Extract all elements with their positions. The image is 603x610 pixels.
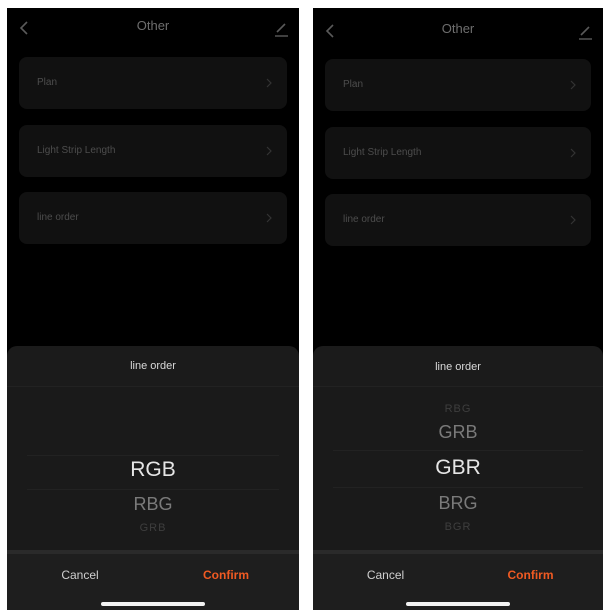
row-label: line order bbox=[37, 212, 79, 223]
row-label: Plan bbox=[37, 77, 58, 88]
line-order-picker-sheet: line order RBG GRB GBR BRG BGR Cancel Co… bbox=[313, 346, 603, 610]
phone-screen-right: Other Plan Light Strip Length line order… bbox=[313, 8, 603, 610]
chevron-right-icon bbox=[266, 213, 272, 223]
picker-option[interactable]: GRB bbox=[313, 422, 603, 443]
settings-row-plan[interactable]: Plan bbox=[19, 57, 287, 109]
row-label: Plan bbox=[343, 79, 364, 90]
picker-option[interactable]: BRG bbox=[313, 493, 603, 514]
settings-row-light-strip-length[interactable]: Light Strip Length bbox=[325, 127, 591, 179]
edit-pen-icon[interactable] bbox=[273, 18, 289, 38]
settings-row-light-strip-length[interactable]: Light Strip Length bbox=[19, 125, 287, 177]
row-label: line order bbox=[343, 214, 385, 225]
sheet-title: line order bbox=[435, 361, 481, 373]
home-indicator bbox=[406, 602, 510, 606]
picker-option[interactable]: GRB bbox=[7, 522, 299, 534]
confirm-button[interactable]: Confirm bbox=[458, 568, 603, 582]
phone-screen-left: Other Plan Light Strip Length line order… bbox=[7, 8, 299, 610]
cancel-button[interactable]: Cancel bbox=[7, 568, 153, 582]
selection-line-bottom bbox=[333, 487, 583, 488]
settings-row-line-order[interactable]: line order bbox=[19, 192, 287, 244]
home-indicator bbox=[101, 602, 205, 606]
picker-option[interactable]: RBG bbox=[313, 403, 603, 415]
selection-line-top bbox=[27, 455, 279, 456]
chevron-right-icon bbox=[570, 215, 576, 225]
settings-row-line-order[interactable]: line order bbox=[325, 194, 591, 246]
confirm-button[interactable]: Confirm bbox=[153, 568, 299, 582]
picker-wheel[interactable]: RBG GRB GBR BRG BGR bbox=[313, 387, 603, 550]
picker-option-selected[interactable]: RGB bbox=[7, 458, 299, 482]
selection-line-top bbox=[333, 450, 583, 451]
nav-bar: Other bbox=[7, 8, 299, 48]
nav-bar: Other bbox=[313, 8, 603, 48]
picker-option[interactable]: BGR bbox=[313, 521, 603, 533]
page-title: Other bbox=[441, 21, 475, 36]
picker-option-selected[interactable]: GBR bbox=[313, 456, 603, 480]
sheet-footer: Cancel Confirm bbox=[7, 554, 299, 610]
sheet-footer: Cancel Confirm bbox=[313, 554, 603, 610]
chevron-right-icon bbox=[570, 80, 576, 90]
selection-line-bottom bbox=[27, 489, 279, 490]
chevron-right-icon bbox=[266, 78, 272, 88]
cancel-button[interactable]: Cancel bbox=[313, 568, 458, 582]
edit-pen-icon[interactable] bbox=[577, 21, 593, 41]
chevron-right-icon bbox=[570, 148, 576, 158]
row-label: Light Strip Length bbox=[343, 147, 422, 158]
picker-wheel[interactable]: RGB RBG GRB bbox=[7, 387, 299, 550]
sheet-title: line order bbox=[130, 360, 176, 372]
page-title: Other bbox=[136, 18, 170, 33]
settings-row-plan[interactable]: Plan bbox=[325, 59, 591, 111]
line-order-picker-sheet: line order RGB RBG GRB Cancel Confirm bbox=[7, 346, 299, 610]
row-label: Light Strip Length bbox=[37, 145, 116, 156]
chevron-right-icon bbox=[266, 146, 272, 156]
picker-option[interactable]: RBG bbox=[7, 494, 299, 515]
